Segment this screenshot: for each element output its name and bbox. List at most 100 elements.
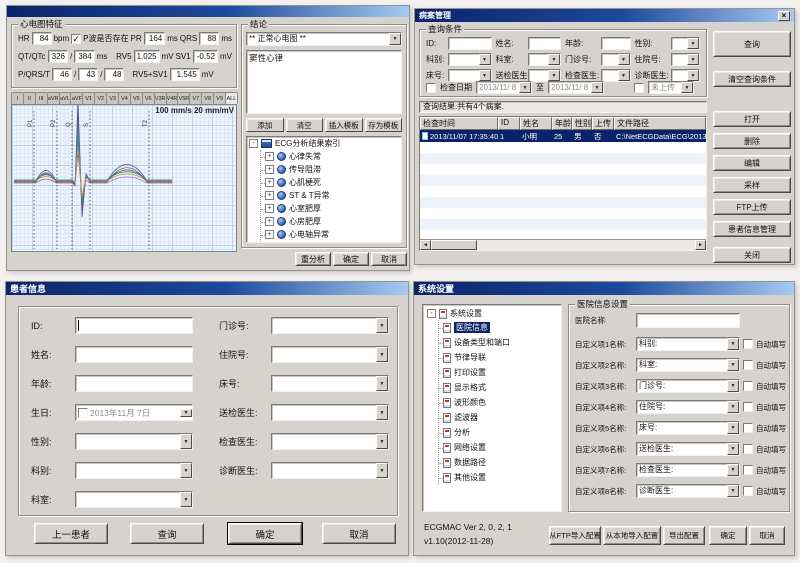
scrollbar-thumb[interactable] bbox=[431, 240, 477, 250]
conclusion-button-0[interactable]: 添加 bbox=[246, 118, 284, 132]
side-button-4[interactable]: 编辑 bbox=[713, 155, 791, 171]
pwave-checkbox[interactable]: ✓ bbox=[71, 34, 81, 44]
column-header-5[interactable]: 上传 bbox=[592, 117, 614, 130]
combo-input[interactable]: ▼ bbox=[448, 53, 492, 66]
column-header-3[interactable]: 年龄 bbox=[552, 117, 572, 130]
expand-icon[interactable]: + bbox=[265, 230, 274, 239]
conclusion-tree-item-2[interactable]: +心肌梗死 bbox=[263, 176, 401, 189]
upload-filter-combo[interactable]: 未上传 ▼ bbox=[648, 81, 694, 94]
chevron-down-icon[interactable]: ▼ bbox=[376, 376, 388, 391]
column-header-4[interactable]: 性别 bbox=[572, 117, 592, 130]
chevron-down-icon[interactable]: ▼ bbox=[180, 409, 192, 417]
text-input[interactable] bbox=[528, 37, 562, 50]
side-button-2[interactable]: 打开 bbox=[713, 111, 791, 127]
combo-input[interactable]: 住院号:▼ bbox=[636, 400, 740, 414]
combo-input[interactable]: ▼ bbox=[671, 53, 701, 66]
conclusion-button-3[interactable]: 存为模板 bbox=[365, 118, 403, 132]
patient-button-3[interactable]: 取消 bbox=[322, 523, 396, 544]
chevron-down-icon[interactable]: ▼ bbox=[618, 70, 630, 81]
side-button-7[interactable]: 患者信息管理 bbox=[713, 221, 791, 237]
ecg-footer-button-0[interactable]: 重分析 bbox=[295, 252, 331, 266]
text-input[interactable] bbox=[448, 37, 492, 50]
settings-tree-item-6[interactable]: 滤波器 bbox=[441, 410, 559, 425]
text-input[interactable] bbox=[75, 346, 193, 363]
scroll-right-icon[interactable]: ► bbox=[695, 240, 706, 250]
combo-input[interactable]: ▼ bbox=[671, 37, 701, 50]
combo-input[interactable]: 送检医生:▼ bbox=[636, 442, 740, 456]
settings-footer-button-4[interactable]: 取消 bbox=[749, 526, 785, 545]
scroll-left-icon[interactable]: ◄ bbox=[420, 240, 431, 250]
chevron-down-icon[interactable]: ▼ bbox=[727, 464, 739, 476]
conclusion-tree-root[interactable]: -ECG分析结果索引 bbox=[247, 137, 401, 150]
ecg-chart[interactable]: 100 mm/s 20 mm/mV P1P2QST2 bbox=[11, 104, 237, 252]
settings-tree-item-4[interactable]: 显示格式 bbox=[441, 380, 559, 395]
autofill-checkbox[interactable] bbox=[743, 486, 753, 496]
settings-footer-button-0[interactable]: 从FTP导入配置 bbox=[549, 526, 601, 545]
autofill-checkbox[interactable] bbox=[743, 465, 753, 475]
combo-input[interactable]: 床号:▼ bbox=[636, 421, 740, 435]
settings-tree-item-9[interactable]: 数据路径 bbox=[441, 455, 559, 470]
combo-input[interactable]: ▼ bbox=[271, 317, 389, 334]
expand-icon[interactable]: + bbox=[265, 191, 274, 200]
autofill-checkbox[interactable] bbox=[743, 444, 753, 454]
hospital-name-input[interactable] bbox=[636, 313, 740, 328]
p-axis-value[interactable]: 46 bbox=[52, 68, 72, 81]
expand-icon[interactable]: + bbox=[265, 217, 274, 226]
combo-input[interactable]: ▼ bbox=[528, 53, 562, 66]
settings-tree-item-1[interactable]: 设备类型和端口 bbox=[441, 335, 559, 350]
conclusion-tree-item-6[interactable]: +心电轴异常 bbox=[263, 228, 401, 241]
lead-tab-i[interactable]: I bbox=[11, 92, 24, 104]
chevron-down-icon[interactable]: ▼ bbox=[687, 70, 699, 81]
collapse-icon[interactable]: - bbox=[427, 309, 436, 318]
close-icon[interactable]: × bbox=[778, 11, 790, 21]
column-header-2[interactable]: 姓名 bbox=[520, 117, 552, 130]
lead-tab-ii[interactable]: II bbox=[23, 92, 36, 104]
side-button-3[interactable]: 删除 bbox=[713, 133, 791, 149]
chevron-down-icon[interactable]: ▼ bbox=[727, 443, 739, 455]
expand-icon[interactable]: + bbox=[265, 204, 274, 213]
conclusion-button-1[interactable]: 清空 bbox=[286, 118, 324, 132]
settings-tree-item-7[interactable]: 分析 bbox=[441, 425, 559, 440]
patient-button-2[interactable]: 确定 bbox=[228, 523, 302, 544]
expand-icon[interactable]: + bbox=[265, 165, 274, 174]
combo-input[interactable]: ▼ bbox=[271, 433, 389, 450]
settings-tree-item-3[interactable]: 打印设置 bbox=[441, 365, 559, 380]
lead-tab-all[interactable]: ALL bbox=[225, 92, 238, 104]
conclusion-tree-item-5[interactable]: +心房肥厚 bbox=[263, 215, 401, 228]
chevron-down-icon[interactable]: ▼ bbox=[180, 463, 192, 478]
patient-button-0[interactable]: 上一患者 bbox=[34, 523, 108, 544]
lead-tab-v3r[interactable]: V3R bbox=[154, 92, 167, 104]
lead-tab-v4[interactable]: V4 bbox=[118, 92, 131, 104]
chevron-down-icon[interactable]: ▼ bbox=[618, 54, 630, 65]
combo-input[interactable]: 门诊号:▼ bbox=[636, 379, 740, 393]
conclusion-button-2[interactable]: 插入模板 bbox=[325, 118, 363, 132]
combo-input[interactable]: ▼ bbox=[75, 491, 193, 508]
chevron-down-icon[interactable]: ▼ bbox=[727, 380, 739, 392]
combo-input[interactable]: 科别:▼ bbox=[636, 337, 740, 351]
chevron-down-icon[interactable]: ▼ bbox=[727, 359, 739, 371]
qrs-axis-value[interactable]: 43 bbox=[78, 68, 98, 81]
autofill-checkbox[interactable] bbox=[743, 381, 753, 391]
chevron-down-icon[interactable]: ▼ bbox=[727, 401, 739, 413]
sv1-value[interactable]: -0.52 bbox=[193, 50, 218, 63]
combo-input[interactable]: ▼ bbox=[601, 53, 631, 66]
chevron-down-icon[interactable]: ▼ bbox=[479, 70, 491, 81]
qt-value[interactable]: 326 bbox=[48, 50, 68, 63]
side-button-0[interactable]: 查询 bbox=[713, 31, 791, 57]
qrs-value[interactable]: 88 bbox=[199, 32, 219, 45]
ecg-footer-button-1[interactable]: 确定 bbox=[333, 252, 369, 266]
combo-input[interactable]: ▼ bbox=[75, 462, 193, 479]
side-button-8[interactable]: 关闭 bbox=[713, 247, 791, 263]
combo-input[interactable]: ▼ bbox=[271, 462, 389, 479]
autofill-checkbox[interactable] bbox=[743, 339, 753, 349]
chevron-down-icon[interactable]: ▼ bbox=[479, 54, 491, 65]
chevron-down-icon[interactable]: ▼ bbox=[376, 463, 388, 478]
combo-input[interactable]: ▼ bbox=[75, 433, 193, 450]
horizontal-scrollbar[interactable]: ◄ ► bbox=[420, 239, 706, 250]
chevron-down-icon[interactable]: ▼ bbox=[376, 347, 388, 362]
side-button-5[interactable]: 采样 bbox=[713, 177, 791, 193]
settings-tree-root[interactable]: -系统设置 bbox=[425, 307, 559, 320]
settings-window-titlebar[interactable]: 系统设置 bbox=[414, 282, 794, 295]
settings-tree-item-0[interactable]: 医院信息 bbox=[441, 320, 559, 335]
settings-tree-item-8[interactable]: 网络设置 bbox=[441, 440, 559, 455]
